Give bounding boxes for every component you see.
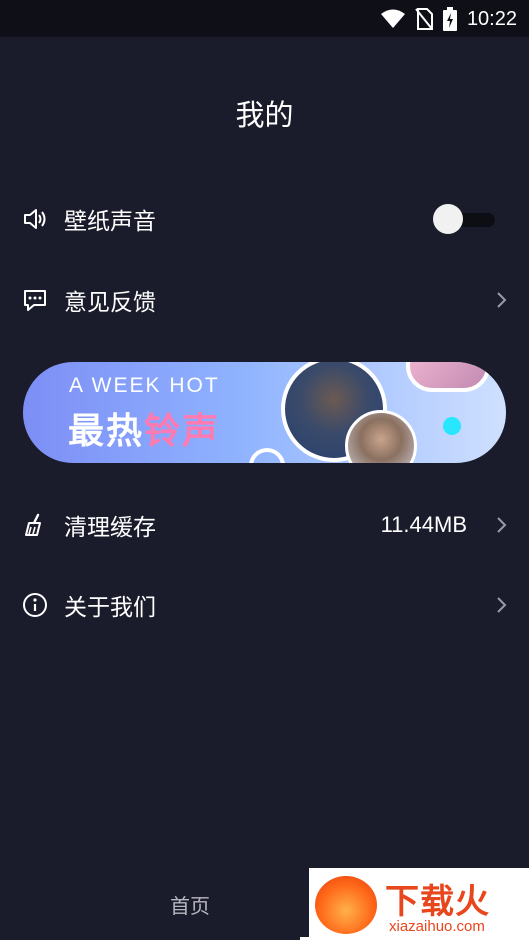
feedback-row[interactable]: 意见反馈 [0, 270, 529, 330]
chevron-right-icon [497, 597, 507, 613]
broom-icon [20, 510, 50, 540]
toggle-knob [433, 204, 463, 234]
wifi-icon [380, 9, 405, 28]
watermark: 下载火 xiazaihuo.com [309, 868, 529, 940]
chevron-right-icon [497, 517, 507, 533]
watermark-text-en: xiazaihuo.com [389, 918, 485, 935]
cache-size-value: 11.44MB [380, 512, 467, 537]
status-bar: 10:22 [0, 0, 529, 37]
about-us-row[interactable]: 关于我们 [0, 575, 529, 635]
clear-cache-row[interactable]: 清理缓存 11.44MB [0, 495, 529, 555]
speaker-icon [20, 204, 50, 234]
tab-home[interactable]: 首页 [170, 890, 210, 919]
watermark-text-cn: 下载火 [385, 882, 490, 922]
feedback-label: 意见反馈 [64, 290, 156, 316]
page-title: 我的 [235, 98, 294, 132]
clear-cache-label: 清理缓存 [64, 515, 156, 541]
info-icon [20, 590, 50, 620]
watermark-logo-icon [315, 876, 377, 934]
banner-title-accent: 铃声 [144, 411, 221, 452]
banner-photo-top [406, 362, 490, 392]
banner-decor-ring [249, 448, 285, 463]
status-icons: 10:22 [380, 6, 517, 32]
banner-decor-dot [443, 417, 461, 435]
about-us-label: 关于我们 [64, 595, 156, 621]
banner-title: 最热铃声 [68, 402, 220, 454]
banner-title-main: 最热 [68, 411, 145, 452]
wallpaper-sound-label: 壁纸声音 [64, 209, 156, 235]
battery-charging-icon [442, 7, 457, 31]
banner-subtitle: A WEEK HOT [69, 374, 220, 397]
weekly-hot-ringtones-banner[interactable]: A WEEK HOT 最热铃声 [23, 362, 506, 463]
status-time: 10:22 [466, 7, 517, 30]
wallpaper-sound-toggle[interactable] [433, 204, 495, 234]
wallpaper-sound-row[interactable]: 壁纸声音 [0, 189, 529, 249]
no-sim-icon [415, 8, 433, 30]
chat-bubble-icon [20, 285, 50, 315]
chevron-right-icon [497, 292, 507, 308]
